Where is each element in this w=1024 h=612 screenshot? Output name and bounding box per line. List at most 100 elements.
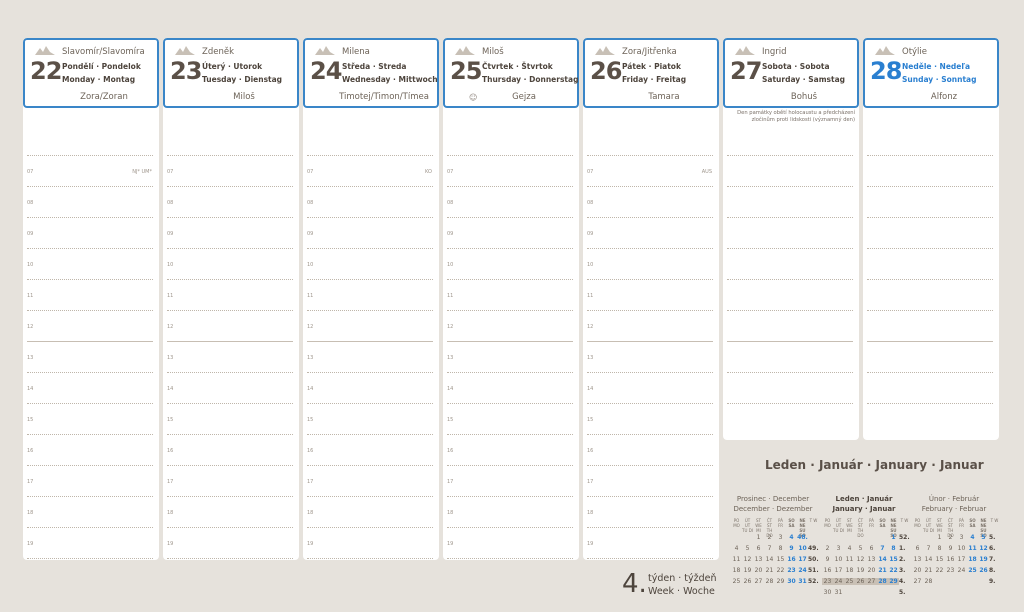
week-number-cell: 3. [899,567,906,574]
weekday-header: T W [990,518,999,523]
smile-icon: ☺ [469,93,478,102]
hour-line [587,496,713,497]
hour-line [447,434,573,435]
hour-line [587,527,713,528]
day-header: 26 Zora/Jitřenka Pátek · Piatok Friday · Fr… [583,38,719,108]
hour-label: 19 [587,541,594,547]
bird-icon [875,46,895,55]
hour-line [167,217,293,218]
writing-line [867,403,993,404]
hour-line [587,558,713,559]
date-cell: 17 [834,567,843,574]
weekday-header: T W [900,518,909,523]
day-number: 24 [310,57,342,85]
hour-label: 11 [587,293,594,299]
date-cell: 17 [957,556,966,563]
hour-label: 12 [447,324,454,330]
weekday-header: ÚT UT TU DI [833,518,844,533]
hour-label: 18 [447,510,454,516]
date-cell: 19 [856,567,865,574]
hour-label: 09 [307,231,314,237]
hour-line [27,558,153,559]
date-cell: 48. [797,534,808,541]
hour-line [27,217,153,218]
hour-label: 13 [447,355,454,361]
hour-label: 14 [447,386,454,392]
date-cell: 21 [765,567,774,574]
weekday-cz-sk: Středa · Streda [342,62,407,71]
date-cell: 5 [858,545,863,552]
hour-label: 10 [587,262,594,268]
holiday-tag: AUS [701,169,712,175]
date-cell: 17 [798,556,807,563]
writing-line [727,186,853,187]
month-title: Únor · Február February · Februar [912,494,996,514]
hour-line [27,496,153,497]
hour-line [587,279,713,280]
hour-label: 11 [307,293,314,299]
date-cell: 21 [924,567,933,574]
date-cell: 9 [789,545,794,552]
holiday-note: Den památky obětí holocaustu a předcháze… [737,110,855,123]
bird-icon [735,46,755,55]
hour-line [447,248,573,249]
week-number-cell: 4. [899,578,906,585]
hour-line [587,341,713,342]
weekday-header: SO SA [969,518,976,528]
date-cell: 5 [981,534,986,541]
day-number: 22 [30,57,62,85]
hour-line [27,372,153,373]
hour-label: 16 [447,448,454,454]
date-cell: 22 [935,567,944,574]
name-day-cz: Zdeněk [202,47,234,57]
hour-label: 18 [587,510,594,516]
hour-line [167,186,293,187]
hour-line [167,279,293,280]
divider-line [307,155,433,156]
date-cell: 20 [867,567,876,574]
date-cell: 22 [776,567,785,574]
hour-line [587,372,713,373]
date-cell: 26 [979,567,988,574]
week-number-cell: 8. [989,567,996,574]
date-cell: 24 [957,567,966,574]
month-title-2: February · Februar [921,505,987,513]
hour-label: 17 [167,479,174,485]
hour-label: 17 [27,479,34,485]
hour-label: 08 [167,200,174,206]
date-cell: 10 [834,556,843,563]
date-cell: 13 [913,556,922,563]
date-cell: 20 [913,567,922,574]
date-cell: 29 [888,578,899,585]
hour-label: 18 [27,510,34,516]
day-number: 23 [170,57,202,85]
weekday-header: ST WE MI [755,518,762,533]
hour-label: 15 [27,417,34,423]
bird-icon [455,46,475,55]
hour-label: 16 [167,448,174,454]
weekday-en-de: Friday · Freitag [622,75,687,84]
date-cell: 18 [732,567,741,574]
name-day-sk: Timotej/Timon/Tímea [339,92,429,102]
hour-label: 15 [167,417,174,423]
hour-label: 10 [447,262,454,268]
date-cell: 9 [948,545,953,552]
day-number: 27 [730,57,762,85]
date-cell: 4 [734,545,739,552]
hour-label: 19 [307,541,314,547]
divider-line [587,155,713,156]
day-header: 28 Otýlie Neděle · Nedeľa Sunday · Sonntag A… [863,38,999,108]
bird-icon [35,46,55,55]
hour-line [447,341,573,342]
month-title-2: December · Dezember [733,505,813,513]
day-column: 27 Ingrid Sobota · Sobota Saturday · Samsta… [723,38,859,440]
hour-label: 14 [307,386,314,392]
hour-line [27,527,153,528]
hour-label: 07 [587,169,594,175]
date-cell: 3 [778,534,783,541]
date-cell: 5 [745,545,750,552]
date-cell: 4 [789,534,794,541]
hour-label: 07 [27,169,34,175]
writing-line [727,279,853,280]
hour-label: 15 [307,417,314,423]
